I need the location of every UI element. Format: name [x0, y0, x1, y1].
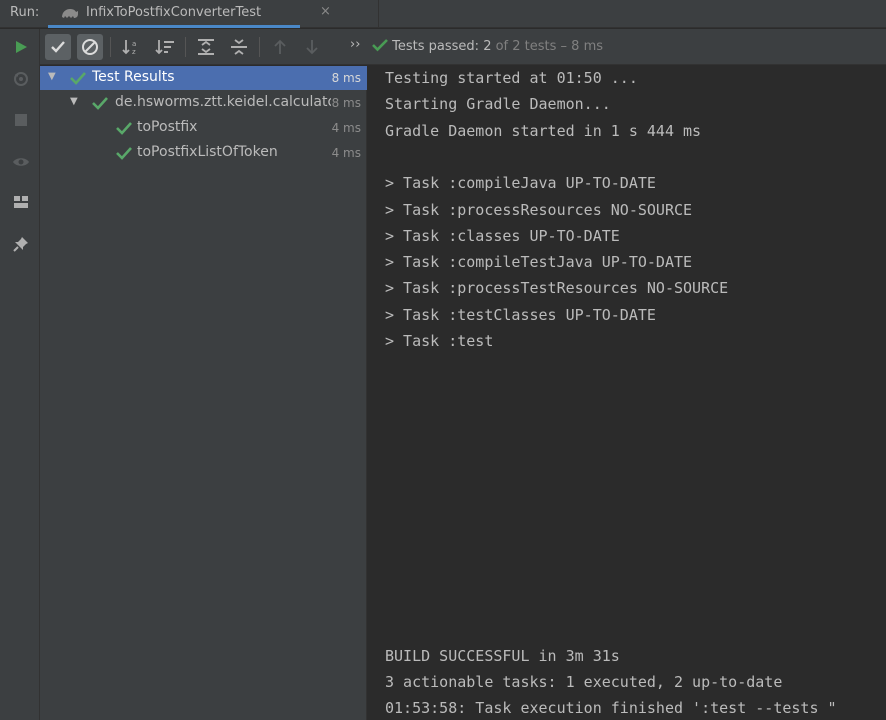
arrow-down-icon — [306, 40, 318, 55]
toolbar-separator — [259, 37, 260, 57]
tree-item-duration: 8 ms — [331, 96, 361, 110]
show-ignored-button[interactable] — [77, 34, 103, 60]
gradle-icon — [62, 9, 78, 18]
console-line: BUILD SUCCESSFUL in 3m 31s — [385, 647, 620, 665]
tree-item-duration: 4 ms — [331, 146, 361, 160]
previous-failed-test-button[interactable] — [267, 34, 293, 60]
layout-button[interactable] — [10, 191, 32, 213]
tree-item-test-class[interactable]: ▼ de.hsworms.ztt.keidel.calculator.I 8 m… — [40, 91, 367, 115]
test-runner-toolbar: a z ›› Tests passed: 2 of 2 tests – 8 ms — [40, 29, 886, 65]
tree-item-test-results[interactable]: ▼ Test Results 8 ms — [40, 66, 367, 90]
show-passed-button[interactable] — [45, 34, 71, 60]
toolbar-separator — [110, 37, 111, 57]
tab-active-indicator — [48, 25, 300, 28]
console-line: Gradle Daemon started in 1 s 444 ms — [385, 122, 702, 140]
close-icon[interactable]: × — [320, 4, 331, 19]
play-icon — [16, 41, 27, 53]
tree-item-label: toPostfixListOfToken — [137, 144, 278, 160]
console-line: 01:53:58: Task execution finished ':test… — [385, 699, 837, 717]
console-line: > Task :classes UP-TO-DATE — [385, 227, 620, 245]
console-line: > Task :compileJava UP-TO-DATE — [385, 174, 656, 192]
svg-text:z: z — [132, 48, 136, 56]
stop-icon — [15, 114, 27, 126]
tree-item-duration: 8 ms — [331, 71, 361, 85]
run-label: Run: — [10, 5, 40, 20]
tree-item-test-method[interactable]: toPostfixListOfToken 4 ms — [40, 141, 367, 165]
sort-alpha-icon: a z — [122, 40, 136, 56]
run-side-toolbar — [0, 29, 40, 720]
stop-button[interactable] — [10, 109, 32, 131]
tree-item-label: de.hsworms.ztt.keidel.calculator.I — [115, 94, 331, 110]
passed-check-icon — [92, 97, 108, 110]
layout-icon — [14, 196, 28, 208]
toggle-auto-test-button[interactable] — [10, 151, 32, 173]
console-line: > Task :testClasses UP-TO-DATE — [385, 306, 656, 324]
check-icon — [372, 39, 388, 52]
tree-item-test-method[interactable]: toPostfix 4 ms — [40, 116, 367, 140]
tree-item-duration: 4 ms — [331, 121, 361, 135]
test-status-summary: Tests passed: 2 of 2 tests – 8 ms — [372, 38, 603, 54]
pin-icon — [13, 237, 28, 252]
expand-arrow-icon[interactable]: ▼ — [70, 96, 78, 107]
console-line: > Task :test — [385, 332, 494, 350]
eye-icon — [13, 158, 29, 166]
status-prefix: Tests passed: — [392, 39, 484, 54]
sort-by-duration-button[interactable] — [152, 34, 178, 60]
passed-check-icon — [70, 72, 86, 85]
tree-item-label: toPostfix — [137, 119, 198, 135]
ignored-icon — [82, 39, 98, 55]
passed-check-icon — [116, 147, 132, 160]
test-results-tree: ▼ Test Results 8 ms ▼ de.hsworms.ztt.kei… — [40, 66, 367, 720]
rerun-failed-button[interactable] — [10, 68, 32, 90]
check-icon — [51, 41, 65, 53]
toolbar-separator — [185, 37, 186, 57]
tab-infix-to-postfix-converter-test[interactable]: InfixToPostfixConverterTest × — [48, 0, 331, 28]
sort-duration-icon — [155, 40, 174, 55]
passed-check-icon — [116, 122, 132, 135]
expand-all-button[interactable] — [193, 34, 219, 60]
collapse-all-icon — [231, 39, 247, 55]
console-line: Testing started at 01:50 ... — [385, 69, 638, 87]
arrow-up-icon — [274, 39, 286, 54]
sort-alphabetically-button[interactable]: a z — [119, 34, 145, 60]
svg-text:a: a — [132, 40, 136, 48]
console-line: > Task :compileTestJava UP-TO-DATE — [385, 253, 693, 271]
tree-item-label: Test Results — [92, 69, 175, 85]
pin-tab-button[interactable] — [10, 233, 32, 255]
tabbar-divider — [378, 0, 379, 28]
console-output[interactable]: Testing started at 01:50 ... Starting Gr… — [368, 66, 886, 720]
console-line: > Task :processTestResources NO-SOURCE — [385, 279, 729, 297]
expand-all-icon — [198, 39, 214, 55]
more-actions-chevron-icon[interactable]: ›› — [350, 37, 360, 52]
rerun-button[interactable] — [10, 36, 32, 58]
console-line: 3 actionable tasks: 1 executed, 2 up-to-… — [385, 673, 783, 691]
next-failed-test-button[interactable] — [299, 34, 325, 60]
tool-window-tabbar: Run: InfixToPostfixConverterTest × — [0, 0, 886, 28]
status-detail: of 2 tests – 8 ms — [491, 39, 604, 54]
tab-label: InfixToPostfixConverterTest — [86, 5, 262, 20]
console-line: > Task :processResources NO-SOURCE — [385, 201, 693, 219]
rerun-failed-icon — [14, 72, 28, 86]
console-line: Starting Gradle Daemon... — [385, 95, 611, 113]
collapse-all-button[interactable] — [226, 34, 252, 60]
expand-arrow-icon[interactable]: ▼ — [48, 71, 56, 82]
